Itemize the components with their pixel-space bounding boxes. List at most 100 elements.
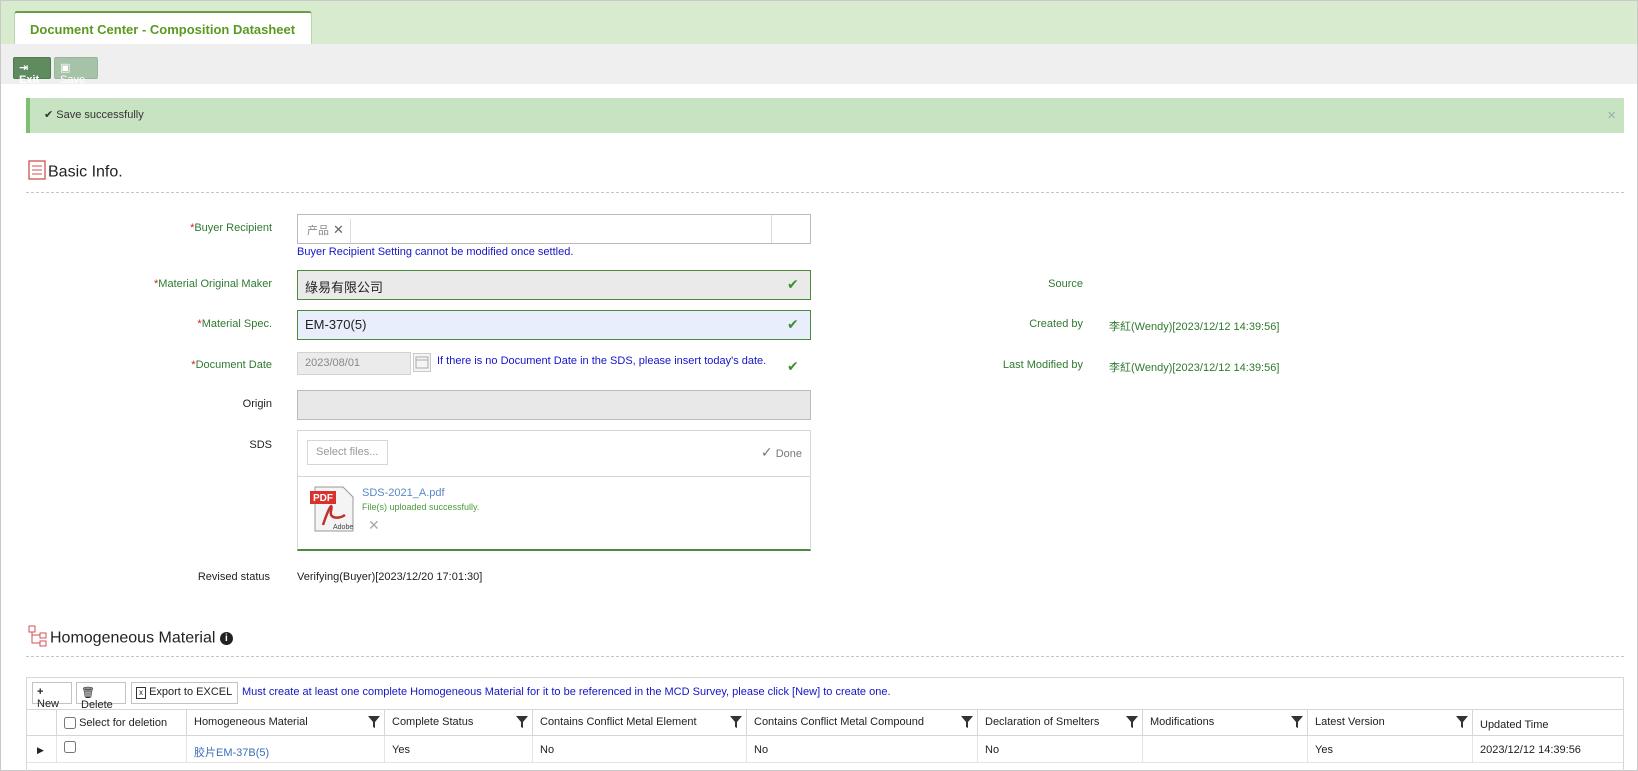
remove-chip-icon[interactable]: ✕ [333, 222, 344, 237]
check-icon: ✓ [760, 444, 773, 460]
buyer-recipient-field[interactable] [297, 214, 811, 244]
buyer-recipient-chip[interactable]: 产品 ✕ [301, 219, 351, 243]
material-spec-input[interactable]: EM-370(5) [297, 310, 811, 340]
success-alert: ✔ Save successfully × [26, 98, 1624, 133]
conflict-element-cell: No [532, 736, 746, 763]
pdf-icon: PDF Adobe [309, 485, 355, 536]
source-label: Source [1048, 278, 1083, 290]
tab-title: Document Center - Composition Datasheet [30, 22, 296, 37]
file-upload-status: File(s) uploaded successfully. [362, 502, 480, 512]
revised-status-value: Verifying(Buyer)[2023/12/20 17:01:30] [297, 571, 483, 583]
buyer-recipient-note: Buyer Recipient Setting cannot be modifi… [297, 246, 574, 258]
svg-text:PDF: PDF [313, 493, 333, 504]
column-updated-time[interactable]: Updated Time [1472, 710, 1623, 736]
toolbar [1, 44, 1637, 84]
select-all-checkbox[interactable] [64, 717, 76, 730]
alert-message: Save successfully [56, 109, 144, 121]
buyer-recipient-label: *Buyer Recipient [190, 222, 272, 234]
save-button[interactable]: ▣ Save [54, 57, 98, 86]
valid-check-icon: ✔ [787, 316, 799, 332]
origin-input[interactable] [297, 390, 811, 420]
latest-version-cell: Yes [1307, 736, 1472, 763]
filter-icon[interactable] [368, 716, 380, 731]
calendar-icon[interactable] [413, 353, 431, 372]
list-icon [28, 160, 46, 185]
declaration-cell: No [977, 736, 1142, 763]
sds-uploader: Select files... ✓ Done PDF Adobe SDS-202… [297, 430, 811, 551]
table-row[interactable]: ▶ 胶片EM-37B(5) Yes No No No Yes 2023/12/1… [27, 736, 1623, 763]
material-maker-input[interactable]: 綠易有限公司 [297, 270, 811, 300]
valid-check-icon: ✔ [787, 358, 799, 374]
basic-info-title-text: Basic Info. [48, 163, 123, 181]
modifications-cell [1142, 736, 1307, 763]
filter-icon[interactable] [961, 716, 973, 731]
document-date-label: *Document Date [191, 359, 272, 371]
save-icon: ▣ [60, 62, 71, 74]
conflict-compound-cell: No [746, 736, 977, 763]
row-checkbox[interactable] [64, 741, 76, 754]
sds-label: SDS [249, 439, 272, 451]
column-declaration-of-smelters[interactable]: Declaration of Smelters [977, 710, 1142, 736]
filter-icon[interactable] [516, 716, 528, 731]
expand-column-header [27, 710, 56, 736]
remove-file-icon[interactable]: ✕ [368, 517, 380, 534]
exit-icon: ⇥ [19, 62, 29, 74]
field-divider [771, 215, 772, 243]
column-homogeneous-material[interactable]: Homogeneous Material [186, 710, 384, 736]
document-date-note: If there is no Document Date in the SDS,… [437, 355, 767, 367]
created-by-label: Created by [1029, 318, 1083, 330]
complete-status-cell: Yes [384, 736, 532, 763]
delete-button[interactable]: 🗑Delete [76, 682, 126, 711]
column-select-for-deletion: Select for deletion [56, 710, 186, 736]
check-icon: ✔ [44, 109, 54, 121]
grid-header: Select for deletion Homogeneous Material… [27, 709, 1623, 736]
column-modifications[interactable]: Modifications [1142, 710, 1307, 736]
plus-icon: + [37, 686, 44, 698]
row-select-cell [56, 736, 186, 763]
info-icon[interactable]: i [219, 632, 233, 645]
tab-composition-datasheet[interactable]: Document Center - Composition Datasheet [14, 11, 312, 45]
material-maker-label: *Material Original Maker [154, 278, 272, 290]
updated-time-cell: 2023/12/12 14:39:56 [1472, 736, 1623, 763]
column-complete-status[interactable]: Complete Status [384, 710, 532, 736]
sds-file-item: PDF Adobe SDS-2021_A.pdf File(s) uploade… [298, 477, 810, 549]
close-icon[interactable]: × [1607, 107, 1616, 124]
revised-status-label: Revised status [197, 571, 270, 583]
export-excel-button[interactable]: x Export to EXCEL [131, 682, 238, 704]
material-spec-label: *Material Spec. [197, 318, 272, 330]
trash-icon: 🗑 [81, 687, 95, 699]
filter-icon[interactable] [1456, 716, 1468, 731]
select-files-button[interactable]: Select files... [307, 440, 388, 465]
valid-check-icon: ✔ [787, 276, 799, 292]
divider [26, 192, 1624, 193]
excel-icon: x [136, 687, 146, 699]
divider [26, 656, 1624, 657]
last-modified-value: 李紅(Wendy)[2023/12/12 14:39:56] [1109, 362, 1280, 374]
column-conflict-metal-compound[interactable]: Contains Conflict Metal Compound [746, 710, 977, 736]
filter-icon[interactable] [730, 716, 742, 731]
svg-text:Adobe: Adobe [333, 524, 353, 531]
sds-uploader-header: Select files... ✓ Done [298, 431, 810, 477]
filter-icon[interactable] [1126, 716, 1138, 731]
new-button[interactable]: + New [32, 682, 72, 710]
exit-label: Exit [19, 74, 40, 86]
created-by-value: 李紅(Wendy)[2023/12/12 14:39:56] [1109, 321, 1280, 333]
material-link[interactable]: 胶片EM-37B(5) [194, 747, 269, 759]
file-name-link[interactable]: SDS-2021_A.pdf [362, 487, 445, 499]
material-cell: 胶片EM-37B(5) [186, 736, 384, 763]
column-latest-version[interactable]: Latest Version [1307, 710, 1472, 736]
homogeneous-note: Must create at least one complete Homoge… [242, 686, 891, 698]
save-label: Save [60, 74, 86, 86]
done-status: ✓ Done [760, 444, 802, 460]
last-modified-label: Last Modified by [1002, 359, 1083, 371]
homogeneous-title: Homogeneous Material i [28, 625, 233, 652]
column-conflict-metal-element[interactable]: Contains Conflict Metal Element [532, 710, 746, 736]
filter-icon[interactable] [1291, 716, 1303, 731]
exit-button[interactable]: ⇥ Exit [13, 57, 51, 86]
origin-label: Origin [242, 398, 272, 410]
homogeneous-title-text: Homogeneous Material [50, 629, 216, 647]
expand-row-icon[interactable]: ▶ [27, 736, 56, 763]
tree-icon [28, 625, 48, 652]
document-date-input[interactable]: 2023/08/01 [297, 352, 411, 375]
basic-info-title: Basic Info. [28, 160, 123, 185]
